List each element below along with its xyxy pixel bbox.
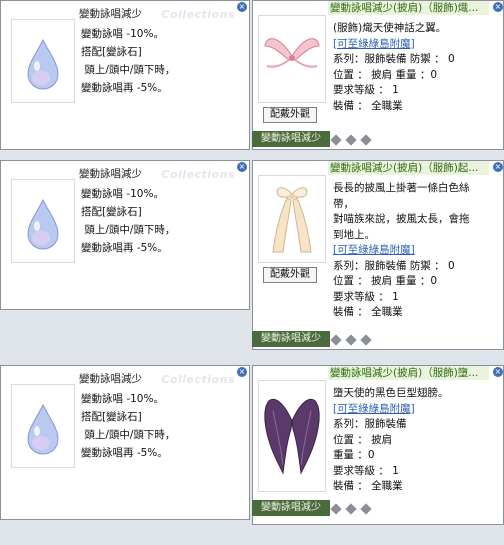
prop-line: 系列：服飾裝備 防禦 ： 0 [333, 259, 455, 272]
item-description: 變動詠唱 -10%。 搭配[變詠石] 頭上/頭中/頭下時， 變動詠唱再 -5%。 [81, 25, 175, 97]
desc-line: 搭配[變詠石] [81, 206, 142, 218]
desc-line: 變動詠唱再 -5%。 [81, 447, 168, 459]
slot-diamond-icon [330, 503, 342, 515]
desc-line: 帶， [333, 197, 354, 210]
card-title: 變動詠唱減少 [79, 168, 142, 180]
desc-line: (服飾)熾天使神話之翼。 [333, 22, 447, 34]
item-text: 墮天使的黑色巨型翅膀。 [可至綠綠島附魔] 系列：服飾裝備 位置 ： 披肩 重量… [333, 386, 498, 495]
watermark: Collections [161, 373, 235, 386]
item-description: 變動詠唱 -10%。 搭配[變詠石] 頭上/頭中/頭下時， 變動詠唱再 -5%。 [81, 185, 175, 257]
prop-line: 要求等級 ： 1 [333, 290, 399, 303]
desc-line: 頭上/頭中/頭下時， [81, 224, 176, 236]
right-item-card: 變動詠唱減少(披肩)（服飾)起... × 配戴外觀 長長的披風上掛著一條白色絲 … [252, 160, 504, 350]
prop-line: 裝備 ： 全職業 [333, 306, 403, 318]
desc-line: 頭上/頭中/頭下時， [81, 64, 176, 76]
prop-line: 系列：服飾裝備 防禦 ： 0 [333, 53, 455, 65]
left-item-card: 變動詠唱減少 Collections × 變動詠唱 -10%。 搭配[變詠石] … [0, 160, 250, 310]
desc-line: 墮天使的黑色巨型翅膀。 [333, 387, 449, 399]
desc-line: 變動詠唱再 -5%。 [81, 82, 168, 94]
slot-diamond-icon [345, 503, 357, 515]
left-item-card: 變動詠唱減少 Collections × 變動詠唱 -10%。 搭配[變詠石] … [0, 365, 250, 520]
slot-diamond-icon [345, 334, 357, 346]
ribbon-cape-image [272, 187, 312, 253]
prop-line: 裝備 ： 全職業 [333, 480, 403, 492]
tooltip-row-3: 變動詠唱減少 Collections × 變動詠唱 -10%。 搭配[變詠石] … [0, 365, 504, 545]
prop-line: 位置 ： 披肩 重量 ：0 [333, 275, 438, 287]
slot-diamond-icon [360, 503, 372, 515]
desc-line: 變動詠唱 -10%。 [81, 393, 164, 405]
card-slot-label[interactable]: 變動詠唱減少 [252, 500, 330, 516]
tooltip-row-1: 變動詠唱減少 Collections × 變動詠唱 -10%。 搭配[變詠石] … [0, 0, 504, 180]
prop-line: 重量 ：0 [333, 449, 375, 461]
desc-line: 變動詠唱 -10%。 [81, 28, 164, 40]
slot-diamond-icon [345, 134, 357, 146]
item-image-frame [258, 15, 326, 103]
water-drop-icon [27, 38, 59, 90]
card-slot-label[interactable]: 變動詠唱減少 [252, 131, 330, 147]
angel-wings-image [264, 38, 320, 68]
prop-line: 位置 ： 披肩 [333, 433, 393, 446]
close-icon[interactable]: × [237, 367, 247, 377]
dark-wings-image [264, 398, 320, 475]
tooltip-row-2: 變動詠唱減少 Collections × 變動詠唱 -10%。 搭配[變詠石] … [0, 160, 504, 350]
water-drop-icon [27, 403, 59, 455]
prop-line: 系列：服飾裝備 [333, 418, 407, 430]
desc-line: 變動詠唱再 -5%。 [81, 242, 168, 254]
prop-line: 位置 ： 披肩 重量 ：0 [333, 68, 438, 81]
desc-line: 頭上/頭中/頭下時， [81, 429, 176, 441]
card-title: 變動詠唱減少 [79, 373, 142, 385]
item-icon-frame [11, 19, 75, 103]
slot-diamond-icon [360, 134, 372, 146]
close-icon[interactable]: × [493, 162, 503, 172]
card-title: 變動詠唱減少(披肩)（服飾)起... [328, 161, 489, 175]
right-item-card: 變動詠唱減少(披肩)（服飾)熾... × 配戴外觀 (服飾)熾天使神話之翼。 [… [252, 0, 504, 150]
view-appearance-button[interactable]: 配戴外觀 [263, 267, 317, 283]
empty-slots [330, 334, 377, 349]
prop-line: 裝備 ： 全職業 [333, 99, 403, 112]
card-title: 變動詠唱減少(披肩)（服飾)熾... [328, 1, 489, 15]
watermark: Collections [161, 168, 235, 181]
item-icon-frame [11, 179, 75, 263]
item-icon-frame [11, 384, 75, 468]
desc-line: 長長的披風上掛著一條白色絲 [333, 182, 470, 194]
item-image-frame [258, 380, 326, 492]
empty-slots [330, 134, 377, 149]
item-description: 變動詠唱 -10%。 搭配[變詠石] 頭上/頭中/頭下時， 變動詠唱再 -5%。 [81, 390, 175, 462]
desc-line: 搭配[變詠石] [81, 46, 142, 58]
item-image-frame [258, 175, 326, 263]
close-icon[interactable]: × [237, 162, 247, 172]
view-appearance-button[interactable]: 配戴外觀 [263, 107, 317, 123]
enchant-link[interactable]: [可至綠綠島附魔] [333, 37, 498, 53]
enchant-link[interactable]: [可至綠綠島附魔] [333, 402, 498, 418]
close-icon[interactable]: × [493, 2, 503, 12]
desc-line: 變動詠唱 -10%。 [81, 188, 164, 200]
prop-line: 要求等級 ： 1 [333, 84, 399, 96]
desc-line: 對喵族來說，披風太長，會拖 [333, 213, 470, 225]
enchant-link[interactable]: [可至綠綠島附魔] [333, 243, 498, 259]
desc-line: 到地上。 [333, 228, 375, 241]
slot-diamond-icon [330, 134, 342, 146]
water-drop-icon [27, 198, 59, 250]
desc-line: 搭配[變詠石] [81, 411, 142, 423]
item-text: 長長的披風上掛著一條白色絲 帶， 對喵族來說，披風太長，會拖 到地上。 [可至綠… [333, 181, 498, 321]
item-text: (服飾)熾天使神話之翼。 [可至綠綠島附魔] 系列：服飾裝備 防禦 ： 0 位置… [333, 21, 498, 114]
close-icon[interactable]: × [493, 367, 503, 377]
slot-diamond-icon [330, 334, 342, 346]
prop-line: 要求等級 ： 1 [333, 464, 399, 477]
close-icon[interactable]: × [237, 2, 247, 12]
left-item-card: 變動詠唱減少 Collections × 變動詠唱 -10%。 搭配[變詠石] … [0, 0, 250, 150]
empty-slots [330, 503, 377, 518]
watermark: Collections [161, 8, 235, 21]
card-slot-label[interactable]: 變動詠唱減少 [252, 331, 330, 347]
slot-diamond-icon [360, 334, 372, 346]
card-title: 變動詠唱減少 [79, 8, 142, 20]
card-title: 變動詠唱減少(披肩)（服飾)墮... [328, 366, 489, 380]
